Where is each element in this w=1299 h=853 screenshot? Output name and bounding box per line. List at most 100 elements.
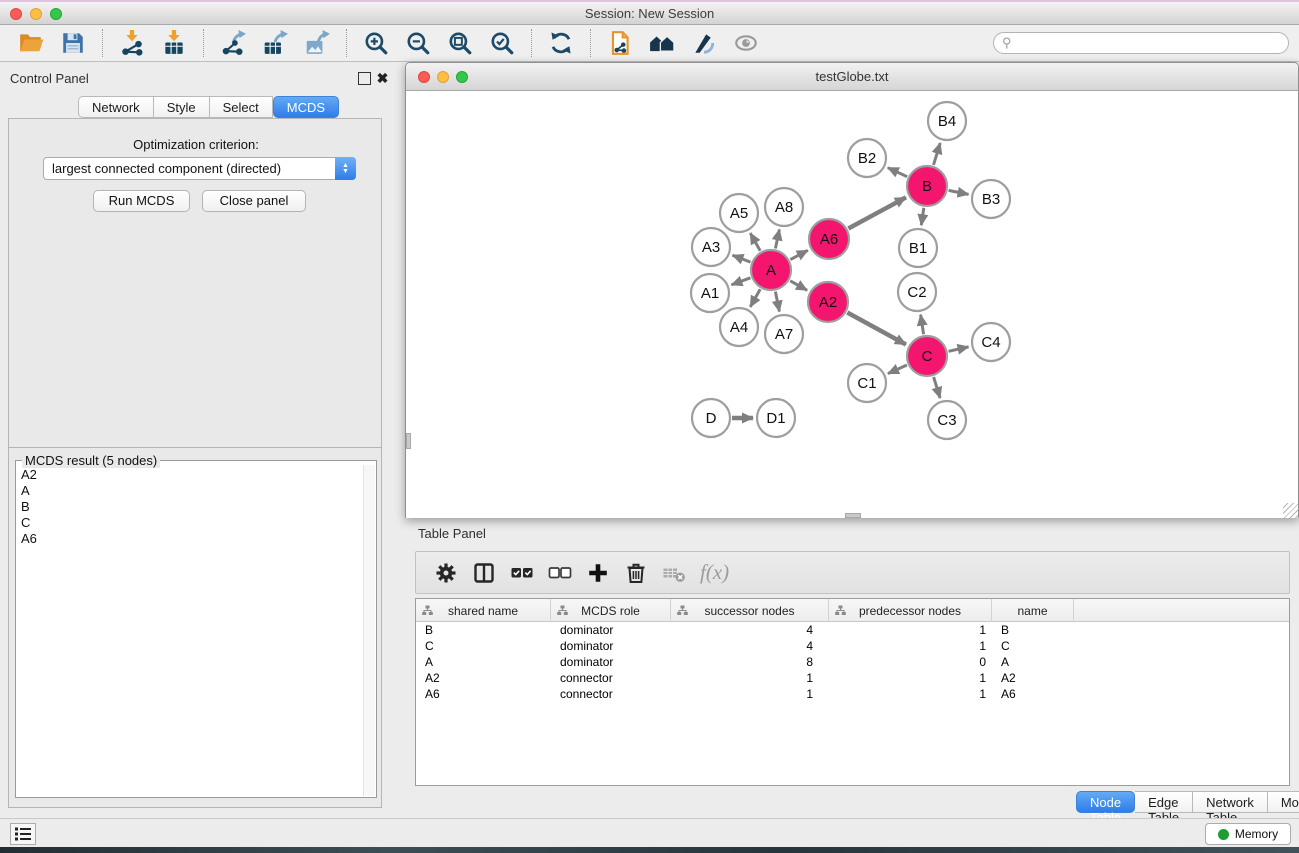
new-network-from-selection-icon[interactable] — [605, 28, 635, 58]
window-resize-grip[interactable] — [1283, 503, 1298, 518]
refresh-icon[interactable] — [546, 28, 576, 58]
mcds-result-item[interactable]: A2 — [17, 467, 362, 483]
run-mcds-button[interactable]: Run MCDS — [93, 190, 190, 212]
graph-edge-C-C2[interactable] — [921, 315, 924, 335]
graph-edge-A-A1[interactable] — [732, 278, 751, 285]
tab-motifs[interactable]: Motifs — [1268, 791, 1299, 813]
export-table-icon[interactable] — [260, 28, 290, 58]
network-canvas[interactable]: AA1A2A3A4A5A6A7A8BB1B2B3B4CC1C2C3C4DD1 — [406, 91, 1298, 518]
column-header-shared-name[interactable]: shared name — [416, 599, 551, 622]
network-close-button[interactable] — [418, 71, 430, 83]
tab-edge-table[interactable]: Edge Table — [1135, 791, 1193, 813]
delete-column-trash-icon[interactable] — [620, 557, 652, 589]
zoom-fit-icon[interactable] — [445, 28, 475, 58]
close-panel-button[interactable]: Close panel — [202, 190, 306, 212]
table-cell[interactable]: 1 — [671, 670, 829, 686]
zoom-out-icon[interactable] — [403, 28, 433, 58]
graph-edge-B-B4[interactable] — [934, 143, 941, 165]
table-cell[interactable]: C — [416, 638, 551, 654]
column-header-successor-nodes[interactable]: successor nodes — [671, 599, 829, 622]
tab-network[interactable]: Network — [78, 96, 154, 118]
zoom-in-icon[interactable] — [361, 28, 391, 58]
unselect-all-columns-icon[interactable] — [544, 557, 576, 589]
table-cell[interactable]: 0 — [829, 654, 992, 670]
result-scrollbar[interactable] — [363, 465, 375, 796]
table-cell[interactable]: B — [416, 622, 551, 638]
graph-edge-C-C1[interactable] — [888, 365, 907, 374]
graph-edge-C-C3[interactable] — [934, 377, 941, 398]
mcds-result-item[interactable]: A6 — [17, 531, 362, 547]
graph-edge-A6-B[interactable] — [848, 197, 906, 228]
select-all-columns-icon[interactable] — [506, 557, 538, 589]
create-column-icon[interactable] — [582, 557, 614, 589]
table-options-gear-icon[interactable] — [430, 557, 462, 589]
graph-edge-B-B1[interactable] — [921, 208, 924, 225]
table-cell[interactable]: connector — [551, 670, 671, 686]
table-cell[interactable]: B — [992, 622, 1074, 638]
table-cell[interactable]: 4 — [671, 622, 829, 638]
network-window-titlebar[interactable]: testGlobe.txt — [406, 63, 1298, 91]
graph-edge-A-A7[interactable] — [775, 292, 779, 312]
graph-edge-A-A8[interactable] — [775, 230, 779, 249]
criterion-dropdown[interactable]: largest connected component (directed) ▲… — [43, 157, 356, 180]
table-cell[interactable]: 4 — [671, 638, 829, 654]
graph-edge-C-C4[interactable] — [949, 347, 969, 351]
table-cell[interactable]: 1 — [829, 622, 992, 638]
tab-mcds[interactable]: MCDS — [273, 96, 339, 118]
graph-edge-B-B2[interactable] — [888, 168, 907, 177]
search-input[interactable] — [1016, 36, 1280, 50]
table-row[interactable]: A6connector11A6 — [416, 686, 1289, 702]
table-row[interactable]: Cdominator41C — [416, 638, 1289, 654]
open-session-icon[interactable] — [16, 28, 46, 58]
table-cell[interactable]: dominator — [551, 622, 671, 638]
network-zoom-button[interactable] — [456, 71, 468, 83]
import-network-icon[interactable] — [117, 28, 147, 58]
zoom-selected-icon[interactable] — [487, 28, 517, 58]
graph-edge-A-A4[interactable] — [750, 289, 760, 307]
table-cell[interactable]: dominator — [551, 638, 671, 654]
graph-edge-A-A6[interactable] — [790, 250, 807, 259]
graph-edge-A2-C[interactable] — [847, 313, 906, 345]
task-history-button[interactable] — [10, 823, 36, 845]
table-cell[interactable]: 1 — [829, 670, 992, 686]
import-table-icon[interactable] — [159, 28, 189, 58]
table-cell[interactable]: A — [416, 654, 551, 670]
save-session-icon[interactable] — [58, 28, 88, 58]
column-header-MCDS-role[interactable]: MCDS role — [551, 599, 671, 622]
column-header-name[interactable]: name — [992, 599, 1074, 622]
column-header-predecessor-nodes[interactable]: predecessor nodes — [829, 599, 992, 622]
show-column-icon[interactable] — [468, 557, 500, 589]
tab-node-table[interactable]: Node Table — [1076, 791, 1135, 813]
graph-edge-B-B3[interactable] — [949, 190, 969, 194]
tab-select[interactable]: Select — [210, 96, 273, 118]
close-window-button[interactable] — [10, 8, 22, 20]
table-cell[interactable]: 1 — [829, 638, 992, 654]
table-row[interactable]: A2connector11A2 — [416, 670, 1289, 686]
close-panel-icon[interactable]: ✖ — [376, 72, 389, 85]
table-cell[interactable]: 1 — [829, 686, 992, 702]
graphics-details-icon[interactable] — [689, 28, 719, 58]
canvas-left-grip[interactable] — [406, 433, 411, 449]
table-cell[interactable]: A2 — [416, 670, 551, 686]
table-cell[interactable]: dominator — [551, 654, 671, 670]
table-cell[interactable]: A2 — [992, 670, 1074, 686]
mcds-result-item[interactable]: C — [17, 515, 362, 531]
graph-edge-A-A3[interactable] — [733, 255, 751, 262]
table-cell[interactable]: A6 — [416, 686, 551, 702]
tab-network-table[interactable]: Network Table — [1193, 791, 1268, 813]
memory-button[interactable]: Memory — [1205, 823, 1291, 845]
float-panel-icon[interactable] — [358, 72, 371, 85]
graph-edge-A-A5[interactable] — [750, 233, 760, 251]
table-row[interactable]: Adominator80A — [416, 654, 1289, 670]
table-cell[interactable]: A6 — [992, 686, 1074, 702]
table-row[interactable]: Bdominator41B — [416, 622, 1289, 638]
minimize-window-button[interactable] — [30, 8, 42, 20]
show-hide-icon[interactable] — [731, 28, 761, 58]
export-image-icon[interactable] — [302, 28, 332, 58]
mcds-result-item[interactable]: B — [17, 499, 362, 515]
zoom-window-button[interactable] — [50, 8, 62, 20]
graph-edge-A-A2[interactable] — [790, 281, 807, 291]
network-minimize-button[interactable] — [437, 71, 449, 83]
table-cell[interactable]: connector — [551, 686, 671, 702]
table-cell[interactable]: 1 — [671, 686, 829, 702]
